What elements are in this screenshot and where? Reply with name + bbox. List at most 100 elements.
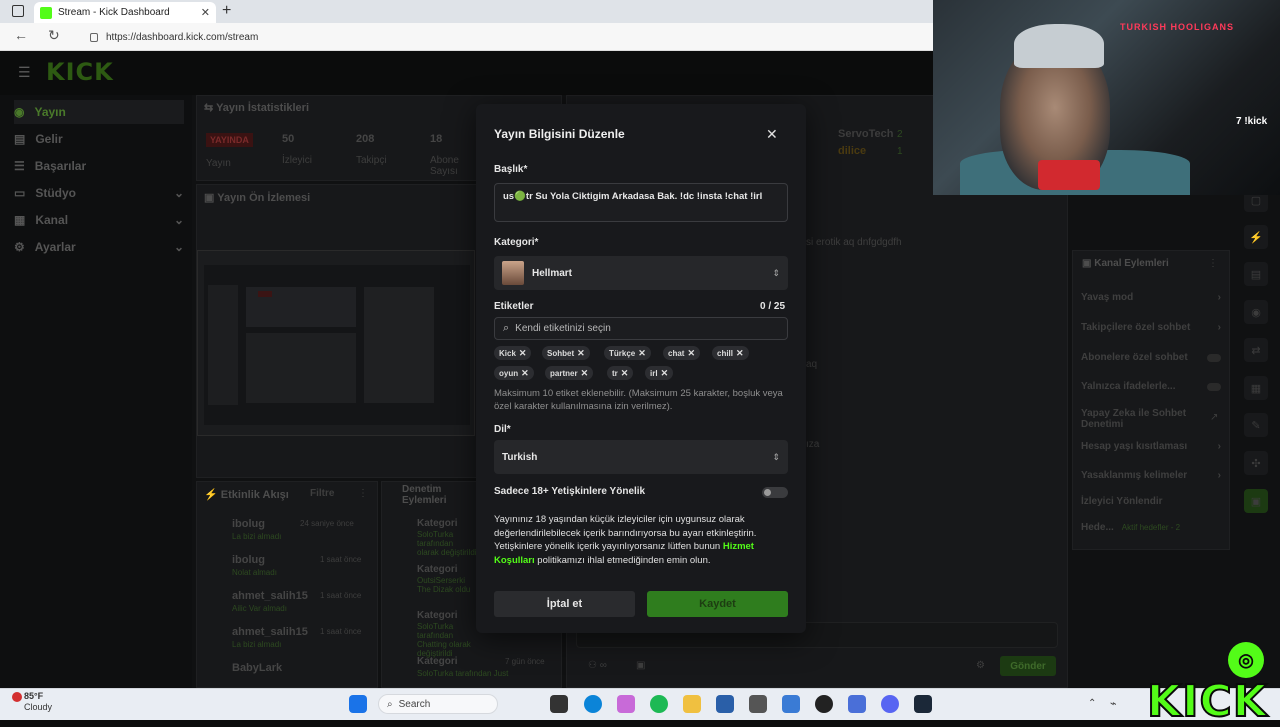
action-followers-only[interactable]: Takipçilere özel sohbet › [1081, 322, 1221, 333]
rail-icon[interactable]: ◉ [1244, 300, 1268, 324]
remove-tag-icon[interactable]: ✕ [581, 368, 589, 379]
app-icon[interactable] [848, 695, 866, 713]
tag-chip[interactable]: partner ✕ [545, 366, 594, 380]
remove-tag-icon[interactable]: ✕ [736, 348, 744, 359]
tag-chip[interactable]: Sohbet ✕ [542, 346, 590, 360]
tags-input[interactable]: ⌕ Kendi etiketinizi seçin [494, 317, 788, 340]
remove-tag-icon[interactable]: ✕ [661, 368, 669, 379]
tag-chip[interactable]: Türkçe ✕ [604, 346, 651, 360]
action-banned-words[interactable]: Yasaklanmış kelimeler › [1081, 470, 1221, 481]
browser-tab[interactable]: Stream - Kick Dashboard ✕ [34, 2, 216, 23]
send-button[interactable]: Gönder [1000, 656, 1056, 676]
more-icon[interactable]: ⋮ [358, 488, 368, 499]
more-icon[interactable]: ⋮ [1208, 258, 1218, 269]
app-icon[interactable] [716, 695, 734, 713]
action-raid[interactable]: İzleyici Yönlendir [1081, 496, 1221, 507]
chat-user-count: 1 [897, 146, 903, 157]
title-field[interactable]: us🟢tr Su Yola Ciktigim Arkadasa Bak. !dc… [494, 183, 788, 222]
spotify-icon[interactable] [650, 695, 668, 713]
moderation-item-title: Kategori [417, 656, 458, 667]
app-icon[interactable] [782, 695, 800, 713]
remove-tag-icon[interactable]: ✕ [621, 368, 629, 379]
hamburger-menu-icon[interactable]: ☰ [18, 64, 31, 81]
sidebar-item-studyo[interactable]: ▭ Stüdyo ⌄ [14, 181, 184, 205]
chat-user: ServoTech [838, 128, 894, 140]
action-subscribers-only[interactable]: Abonelere özel sohbet [1081, 352, 1221, 363]
remove-tag-icon[interactable]: ✕ [519, 348, 527, 359]
language-select[interactable]: Turkish ⇕ [494, 440, 788, 474]
rail-icon[interactable]: ▣ [1244, 489, 1268, 513]
new-tab-icon[interactable]: + [222, 2, 231, 20]
rail-icon[interactable]: ⇄ [1244, 338, 1268, 362]
remove-tag-icon[interactable]: ✕ [521, 368, 529, 379]
tag-chip[interactable]: oyun ✕ [494, 366, 534, 380]
filter-button[interactable]: Filtre [310, 488, 334, 499]
app-icon[interactable] [815, 695, 833, 713]
wrench-icon[interactable]: ✎ [1244, 413, 1268, 437]
taskbar-search[interactable]: ⌕ Search [378, 694, 498, 714]
chat-user-count: 2 [897, 129, 903, 140]
chevron-right-icon: › [1217, 470, 1221, 481]
viewers-label: İzleyici [282, 155, 313, 166]
remove-tag-icon[interactable]: ✕ [687, 348, 695, 359]
action-emotes-only[interactable]: Yalnızca ifadelerle... [1081, 381, 1221, 392]
sidebar-item-yayin[interactable]: ◉ Yayın [14, 100, 184, 124]
remove-tag-icon[interactable]: ✕ [577, 348, 585, 359]
tray-icon[interactable]: ⌁ [1110, 697, 1117, 710]
weather-widget[interactable]: 85°F Cloudy [24, 691, 52, 713]
tag-chip[interactable]: chat ✕ [663, 346, 700, 360]
discord-icon[interactable] [881, 695, 899, 713]
category-value: Hellmart [532, 267, 573, 279]
cancel-button[interactable]: İptal et [494, 591, 635, 617]
action-goals[interactable]: Hede... Aktif hedefler - 2 [1081, 522, 1221, 533]
search-icon: ⌕ [503, 322, 510, 334]
action-slow-mode[interactable]: Yavaş mod › [1081, 292, 1221, 303]
sidebar-item-kanal[interactable]: ▦ Kanal ⌄ [14, 208, 184, 232]
chat-settings-icon[interactable]: ⚙ [976, 660, 985, 671]
toggle[interactable] [1207, 382, 1221, 391]
channel-icon: ▦ [14, 213, 26, 227]
edge-icon[interactable] [584, 695, 602, 713]
action-account-age[interactable]: Hesap yaşı kısıtlaması › [1081, 441, 1221, 452]
tag-chip[interactable]: irl ✕ [645, 366, 674, 380]
window-menu-icon[interactable] [12, 5, 24, 17]
rail-icon[interactable]: ▦ [1244, 376, 1268, 400]
gift-icon[interactable]: ▣ [636, 660, 645, 671]
external-link-icon[interactable]: ↗ [1210, 412, 1218, 423]
remove-tag-icon[interactable]: ✕ [638, 348, 646, 359]
obs-icon[interactable] [749, 695, 767, 713]
followers-label: Takipçi [356, 155, 387, 166]
toggle[interactable] [1207, 353, 1221, 362]
rail-icon[interactable]: ▤ [1244, 262, 1268, 286]
action-ai-moderation[interactable]: Yapay Zeka ile Sohbet Denetimi [1081, 408, 1201, 430]
rail-icon[interactable]: ✣ [1244, 451, 1268, 475]
live-label: Yayın [206, 158, 231, 169]
sidebar-item-gelir[interactable]: ▤ Gelir [14, 127, 184, 151]
sort-arrows-icon: ⇕ [772, 267, 780, 278]
windows-start-icon[interactable] [349, 695, 367, 713]
sidebar-item-ayarlar[interactable]: ⚙ Ayarlar ⌄ [14, 235, 184, 259]
reload-icon[interactable]: ↻ [48, 27, 60, 44]
steam-icon[interactable] [914, 695, 932, 713]
moderation-item-title: Kategori [417, 610, 458, 621]
copilot-icon[interactable] [617, 695, 635, 713]
subs-value: 18 [430, 133, 443, 145]
rail-icon[interactable]: ⚡ [1244, 225, 1268, 249]
tag-chip[interactable]: tr ✕ [607, 366, 634, 380]
file-explorer-icon[interactable] [683, 695, 701, 713]
emote-icon[interactable]: ⚇ ∞ [588, 660, 607, 671]
goals-note: Aktif hedefler - 2 [1121, 523, 1181, 532]
save-button[interactable]: Kaydet [647, 591, 788, 617]
category-select[interactable]: Hellmart ⇕ [494, 256, 788, 290]
adult-toggle[interactable] [762, 487, 788, 498]
sidebar-item-basarilar[interactable]: ☰ Başarılar [14, 154, 184, 178]
task-view-icon[interactable] [550, 695, 568, 713]
back-arrow-icon[interactable]: ← [14, 27, 28, 43]
close-tab-icon[interactable]: ✕ [201, 6, 210, 19]
kick-logo[interactable]: KICK [46, 58, 114, 86]
tag-chip[interactable]: Kick ✕ [494, 346, 532, 360]
close-icon[interactable]: ✕ [766, 126, 778, 143]
tag-chip[interactable]: chill ✕ [712, 346, 749, 360]
chevron-up-icon[interactable]: ⌃ [1088, 698, 1096, 709]
url-field[interactable]: https://dashboard.kick.com/stream [84, 27, 924, 47]
